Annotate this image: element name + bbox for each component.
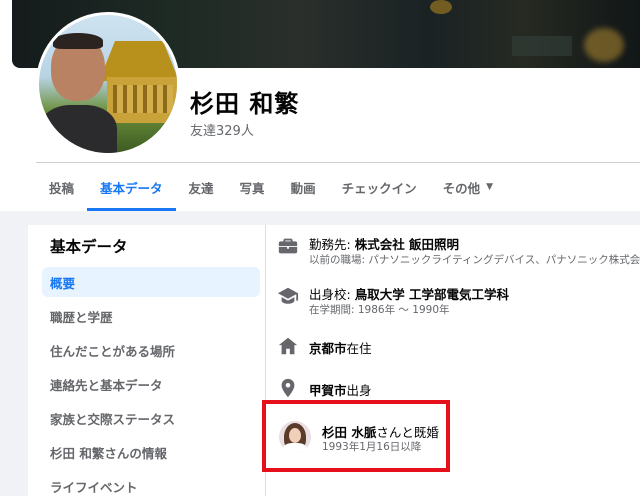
tab-videos-label: 動画 — [290, 180, 316, 196]
caret-down-icon: ▼ — [486, 182, 494, 192]
work-line: 勤務先: 株式会社 飯田照明 — [309, 234, 459, 253]
cover-light-1 — [430, 0, 452, 14]
sidebar-item-work-education[interactable]: 職歴と学歴 — [42, 301, 260, 331]
tab-more[interactable]: その他 ▼ — [430, 163, 506, 211]
education-period: 在学期間: 1986年 〜 1990年 — [309, 304, 450, 316]
location-pin-icon — [281, 378, 295, 398]
tab-about[interactable]: 基本データ — [87, 163, 176, 211]
briefcase-icon — [278, 238, 298, 254]
work-company[interactable]: 株式会社 飯田照明 — [355, 237, 459, 252]
sidebar-item-label: 概要 — [50, 275, 76, 291]
work-previous: 以前の職場: パナソニックライティングデバイス、パナソニック株式会 — [309, 254, 640, 266]
tab-photos-label: 写真 — [239, 180, 265, 196]
cover-light-2 — [584, 28, 624, 62]
education-line: 出身校: 鳥取大学 工学部電気工学科 — [309, 284, 509, 303]
tab-about-label: 基本データ — [100, 180, 163, 196]
tab-photos[interactable]: 写真 — [227, 163, 278, 211]
lives-city[interactable]: 京都市 — [309, 341, 347, 356]
tab-posts[interactable]: 投稿 — [36, 163, 87, 211]
sidebar-item-label: 連絡先と基本データ — [50, 377, 163, 393]
highlight-box — [262, 400, 450, 472]
tab-friends-label: 友達 — [188, 180, 214, 196]
work-prefix: 勤務先: — [309, 237, 355, 252]
avatar-temple-windows — [113, 85, 173, 113]
friends-count[interactable]: 友達329人 — [190, 120, 254, 139]
sidebar-item-label: 家族と交際ステータス — [50, 411, 176, 427]
sidebar-item-life-events[interactable]: ライフイベント — [42, 471, 260, 496]
avatar-hair — [53, 33, 103, 49]
education-prefix: 出身校: — [309, 287, 355, 302]
sidebar-item-label: 職歴と学歴 — [50, 309, 113, 325]
education-school[interactable]: 鳥取大学 工学部電気工学科 — [355, 287, 509, 302]
profile-avatar[interactable] — [36, 12, 180, 156]
sidebar-item-label: 住んだことがある場所 — [50, 343, 176, 359]
tab-more-label: その他 — [442, 180, 481, 196]
avatar-temple-roof — [99, 41, 177, 81]
from-city[interactable]: 甲賀市 — [309, 383, 347, 398]
tab-checkins-label: チェックイン — [341, 180, 417, 196]
profile-name: 杉田 和繁 — [190, 90, 300, 118]
sidebar-item-label: 杉田 和繁さんの情報 — [50, 445, 167, 461]
home-icon — [278, 337, 298, 355]
lives-line: 京都市在住 — [309, 338, 372, 357]
sidebar-item-places[interactable]: 住んだことがある場所 — [42, 335, 260, 365]
cover-shadow — [512, 36, 572, 56]
from-line: 甲賀市出身 — [309, 380, 372, 399]
tab-posts-label: 投稿 — [49, 180, 75, 196]
lives-suffix: 在住 — [346, 341, 372, 356]
graduation-cap-icon — [277, 287, 299, 304]
sidebar-item-overview[interactable]: 概要 — [42, 267, 260, 297]
left-gutter — [0, 211, 28, 496]
sidebar-item-family[interactable]: 家族と交際ステータス — [42, 403, 260, 433]
content-background — [0, 211, 640, 225]
sidebar-item-details[interactable]: 杉田 和繁さんの情報 — [42, 437, 260, 467]
from-suffix: 出身 — [346, 383, 372, 398]
profile-tabs: 投稿 基本データ 友達 写真 動画 チェックイン その他 ▼ — [36, 163, 506, 211]
tab-friends[interactable]: 友達 — [176, 163, 227, 211]
avatar-shirt — [39, 105, 117, 153]
sidebar-item-label: ライフイベント — [50, 479, 138, 495]
about-sidebar: 基本データ 概要 職歴と学歴 住んだことがある場所 連絡先と基本データ 家族と交… — [28, 225, 266, 496]
sidebar-title: 基本データ — [50, 238, 128, 256]
tab-checkins[interactable]: チェックイン — [329, 163, 430, 211]
sidebar-item-contact[interactable]: 連絡先と基本データ — [42, 369, 260, 399]
tab-videos[interactable]: 動画 — [278, 163, 329, 211]
